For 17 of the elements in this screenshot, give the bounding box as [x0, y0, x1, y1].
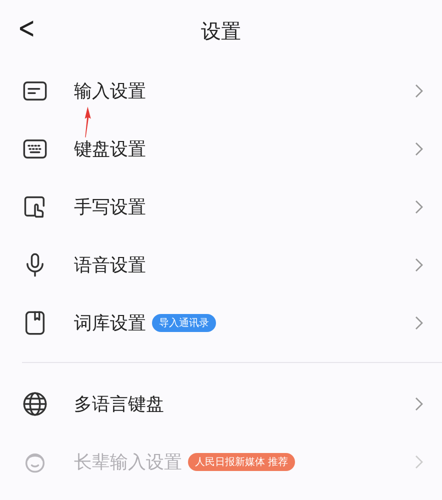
- chevron-right-icon: [414, 141, 424, 157]
- chevron-right-icon: [414, 199, 424, 215]
- chevron-right-icon: [414, 315, 424, 331]
- setting-label[interactable]: 语音设置: [74, 253, 146, 277]
- setting-label[interactable]: 手写设置: [74, 195, 146, 219]
- page-title: 设置: [201, 18, 241, 44]
- promo-tag: 导入通讯录: [152, 314, 216, 332]
- setting-label[interactable]: 键盘设置: [74, 137, 146, 161]
- promo-tag: 人民日报新媒体 推荐: [188, 453, 296, 471]
- chevron-right-icon: [414, 454, 424, 470]
- setting-label[interactable]: 词库设置: [74, 311, 146, 335]
- chevron-right-icon: [414, 83, 424, 99]
- chevron-right-icon: [414, 257, 424, 273]
- setting-label[interactable]: 输入设置: [74, 79, 146, 103]
- back-button[interactable]: <: [18, 14, 36, 44]
- chevron-right-icon: [414, 396, 424, 412]
- setting-label[interactable]: 多语言键盘: [74, 392, 164, 416]
